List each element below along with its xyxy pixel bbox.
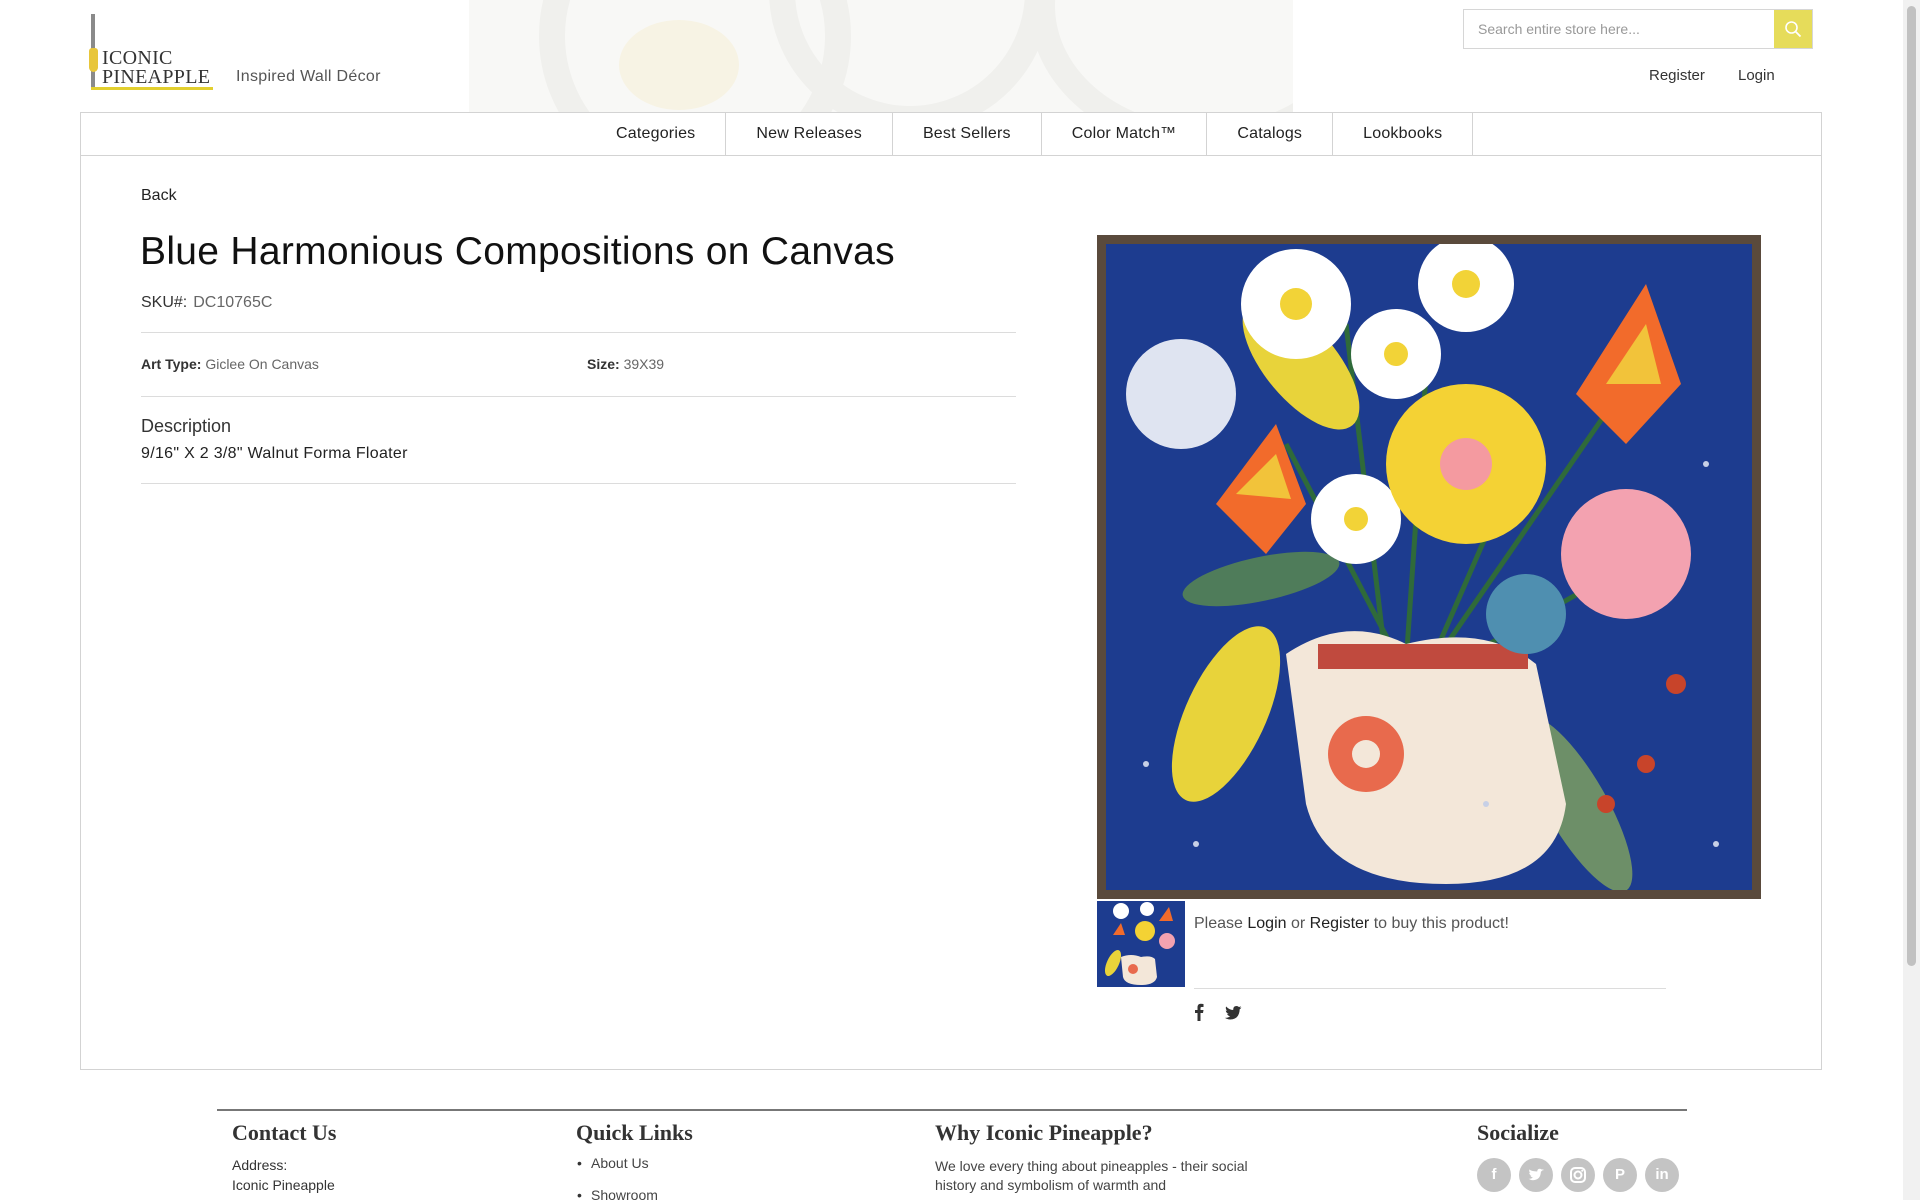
nav-color-match[interactable]: Color Match™ <box>1042 113 1208 155</box>
register-link[interactable]: Register <box>1649 67 1705 84</box>
facebook-icon: f <box>1491 1166 1497 1183</box>
floral-artwork <box>1106 244 1752 890</box>
buy-login-link[interactable]: Login <box>1247 915 1286 932</box>
buy-or: or <box>1290 915 1306 932</box>
logo-underline <box>91 87 213 90</box>
size-label: Size: <box>587 356 620 372</box>
social-linkedin[interactable]: in <box>1645 1158 1679 1192</box>
divider <box>141 396 1016 397</box>
divider <box>1194 988 1666 989</box>
divider <box>141 332 1016 333</box>
nav-categories[interactable]: Categories <box>586 113 727 155</box>
back-link[interactable]: Back <box>141 187 177 205</box>
product-sku: SKU#: DC10765C <box>141 294 272 312</box>
footer-link-about[interactable]: About Us <box>577 1155 648 1171</box>
buy-prefix: Please <box>1194 915 1243 932</box>
contact-heading: Contact Us <box>232 1120 337 1145</box>
site-logo[interactable]: ICONIC PINEAPPLE <box>88 14 214 90</box>
pinterest-icon: P <box>1614 1166 1625 1183</box>
product-thumbnail[interactable] <box>1097 901 1185 987</box>
twitter-icon <box>1528 1168 1544 1181</box>
header-background <box>469 0 1293 112</box>
quick-links-heading: Quick Links <box>576 1120 693 1145</box>
thumbnail-artwork <box>1097 901 1185 987</box>
social-twitter[interactable] <box>1519 1158 1553 1192</box>
share-facebook[interactable] <box>1194 1003 1204 1026</box>
page-scrollbar[interactable] <box>1903 0 1920 1200</box>
search-input[interactable] <box>1464 10 1774 48</box>
main-navigation: Categories New Releases Best Sellers Col… <box>80 112 1822 156</box>
search-icon <box>1785 21 1802 38</box>
art-type-value: Giclee On Canvas <box>205 356 319 372</box>
nav-new-releases[interactable]: New Releases <box>726 113 893 155</box>
social-facebook[interactable]: f <box>1477 1158 1511 1192</box>
socialize-heading: Socialize <box>1477 1120 1559 1145</box>
share-twitter[interactable] <box>1224 1005 1242 1026</box>
social-instagram[interactable] <box>1561 1158 1595 1192</box>
art-type: Art Type: Giclee On Canvas <box>141 356 319 372</box>
logo-text-iconic: ICONIC <box>102 47 173 69</box>
address-label: Address: <box>232 1157 288 1173</box>
product-main-image[interactable] <box>1097 235 1761 899</box>
size-value: 39X39 <box>623 356 665 372</box>
art-type-label: Art Type: <box>141 356 202 372</box>
nav-catalogs[interactable]: Catalogs <box>1207 113 1334 155</box>
product-title: Blue Harmonious Compositions on Canvas <box>140 230 895 273</box>
login-link[interactable]: Login <box>1738 67 1775 84</box>
address-line: Iconic Pineapple <box>232 1177 335 1193</box>
buy-register-link[interactable]: Register <box>1310 915 1370 932</box>
facebook-icon <box>1195 1003 1204 1021</box>
size: Size: 39X39 <box>587 356 664 372</box>
instagram-icon <box>1570 1167 1586 1183</box>
pineapple-icon <box>89 48 98 72</box>
nav-lookbooks[interactable]: Lookbooks <box>1333 113 1474 155</box>
artwork-canvas <box>1106 244 1752 890</box>
linkedin-icon: in <box>1655 1166 1669 1183</box>
description-heading: Description <box>141 416 232 436</box>
description-text: 9/16" X 2 3/8" Walnut Forma Floater <box>141 445 408 462</box>
twitter-icon <box>1224 1006 1242 1020</box>
nav-items: Categories New Releases Best Sellers Col… <box>586 113 1474 155</box>
footer-link-showroom[interactable]: Showroom <box>577 1187 658 1203</box>
search-button[interactable] <box>1774 10 1812 48</box>
site-tagline: Inspired Wall Décor <box>236 68 381 85</box>
social-pinterest[interactable]: P <box>1603 1158 1637 1192</box>
login-to-buy-message: Please Login or Register to buy this pro… <box>1194 915 1509 933</box>
why-heading: Why Iconic Pineapple? <box>935 1120 1153 1145</box>
nav-best-sellers[interactable]: Best Sellers <box>893 113 1042 155</box>
divider <box>141 483 1016 484</box>
logo-text-pineapple: PINEAPPLE <box>102 66 211 88</box>
buy-suffix: to buy this product! <box>1373 915 1509 932</box>
sku-value: DC10765C <box>193 294 273 311</box>
scrollbar-thumb[interactable] <box>1907 6 1916 966</box>
sku-label: SKU#: <box>141 294 188 311</box>
why-text: We love every thing about pineapples - t… <box>935 1158 1248 1193</box>
footer-divider <box>217 1109 1687 1111</box>
search-box <box>1463 9 1813 49</box>
